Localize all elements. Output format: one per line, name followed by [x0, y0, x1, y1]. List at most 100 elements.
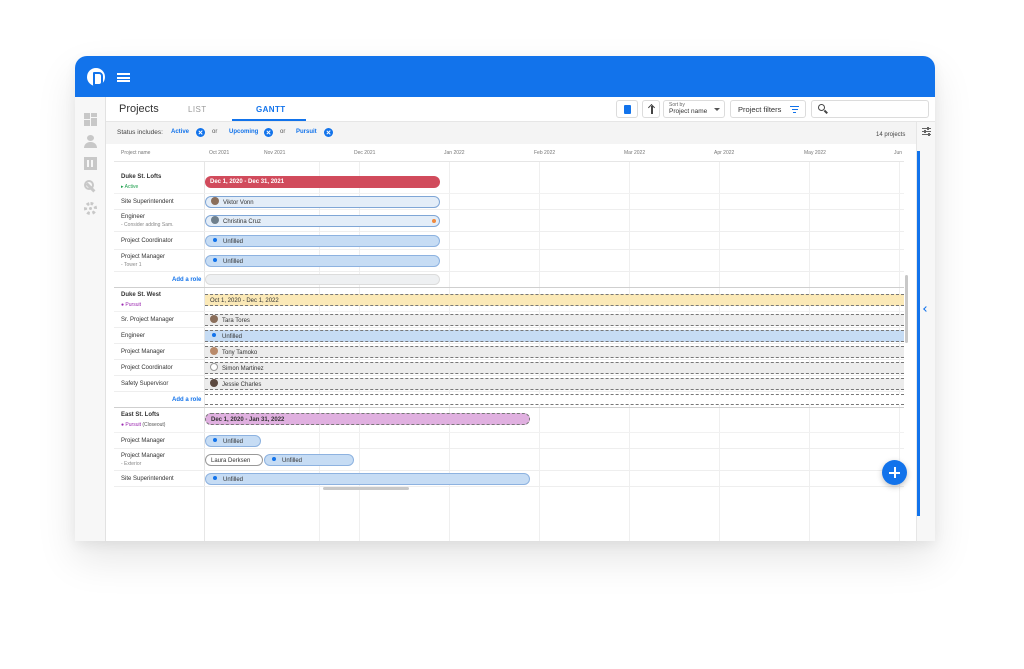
remove-upcoming-icon[interactable]: [264, 128, 273, 137]
settings-gear-icon[interactable]: [84, 202, 97, 215]
role-row[interactable]: Project Manager Unfilled: [114, 433, 904, 449]
project-name[interactable]: Duke St. Lofts: [121, 174, 161, 180]
tab-gantt[interactable]: GANTT: [256, 105, 286, 114]
project-name[interactable]: East St. Lofts: [121, 412, 159, 418]
sort-direction-button[interactable]: [642, 100, 660, 118]
role-row[interactable]: Project Coordinator Simon Martinez: [114, 360, 904, 376]
remove-active-icon[interactable]: [196, 128, 205, 137]
brand-logo-icon[interactable]: [87, 68, 105, 86]
sort-by-select[interactable]: Sort by Project name: [663, 100, 725, 118]
unfilled-dot-icon: [272, 457, 276, 462]
unfilled-bar[interactable]: Unfilled: [205, 473, 530, 485]
people-icon[interactable]: [84, 135, 97, 148]
avatar: [210, 379, 218, 388]
project-row[interactable]: East St. Lofts ● Pursuit (Closeout) Dec …: [114, 408, 904, 433]
role-name: Project Coordinator: [121, 238, 173, 244]
filter-icon: [790, 106, 799, 114]
panel-collapse-bar[interactable]: [917, 151, 920, 516]
role-name: Safety Supervisor: [121, 381, 169, 387]
chip-upcoming[interactable]: Upcoming: [229, 129, 258, 135]
vertical-scrollbar[interactable]: [905, 275, 908, 343]
horizontal-scrollbar[interactable]: [323, 487, 409, 490]
chevron-down-icon: [714, 108, 720, 111]
avatar: [211, 216, 219, 225]
wrench-icon[interactable]: [84, 180, 97, 193]
add-fab-button[interactable]: [882, 460, 907, 485]
unfilled-dot-icon: [212, 333, 216, 338]
unfilled-dot-icon: [213, 238, 217, 243]
project-filters-label: Project filters: [738, 105, 782, 114]
add-role-link[interactable]: Add a role: [172, 277, 201, 283]
unfilled-dot-icon: [213, 438, 217, 443]
month-label: Jan 2022: [444, 150, 465, 156]
assignment-bar[interactable]: Christina Cruz: [205, 215, 440, 227]
tab-list[interactable]: LIST: [188, 105, 207, 114]
project-timeline-bar[interactable]: Dec 1, 2020 - Dec 31, 2021: [205, 176, 440, 188]
month-label: Nov 2021: [264, 150, 286, 156]
role-name: Project Manager: [121, 453, 166, 459]
role-row[interactable]: Site Superintendent Viktor Vonn: [114, 194, 904, 210]
assignment-bar[interactable]: Tara Tores: [205, 314, 904, 326]
status-includes-label: Status includes:: [117, 129, 163, 136]
role-row[interactable]: Project Manager - Tower 1 Unfilled: [114, 250, 904, 272]
month-label: Apr 2022: [714, 150, 735, 156]
view-tabs-bar: Projects LIST GANTT Sort by Project name…: [106, 97, 935, 122]
unfilled-bar[interactable]: Unfilled: [205, 330, 904, 342]
sort-by-value: Project name: [669, 108, 708, 115]
role-name: Project Manager: [121, 438, 166, 444]
placeholder-bar: [205, 274, 440, 285]
app-window: Projects LIST GANTT Sort by Project name…: [75, 56, 935, 541]
chevron-left-icon[interactable]: [923, 306, 929, 312]
status-filter-row: Status includes: Active or Upcoming or P…: [106, 122, 916, 144]
chip-pursuit[interactable]: Pursuit: [296, 129, 317, 135]
assignment-bar[interactable]: Simon Martinez: [205, 362, 904, 374]
export-document-button[interactable]: [616, 100, 638, 118]
month-label: Dec 2021: [354, 150, 376, 156]
assignment-bar[interactable]: Jessie Charles: [205, 378, 904, 390]
month-label: Feb 2022: [534, 150, 556, 156]
project-row[interactable]: Duke St. West ● Pursuit Oct 1, 2020 - De…: [114, 288, 904, 312]
unfilled-bar[interactable]: Unfilled: [205, 235, 440, 247]
role-name: Project Manager: [121, 254, 166, 260]
role-row[interactable]: Sr. Project Manager Tara Tores: [114, 312, 904, 328]
unfilled-bar[interactable]: Unfilled: [264, 454, 354, 466]
dashboard-icon[interactable]: [84, 113, 97, 126]
project-timeline-bar[interactable]: Dec 1, 2020 - Jan 31, 2022: [205, 413, 530, 425]
tune-settings-icon[interactable]: [922, 127, 931, 136]
project-count: 14 projects: [876, 132, 906, 138]
month-label: May 2022: [804, 150, 826, 156]
chip-active[interactable]: Active: [171, 129, 189, 135]
project-name[interactable]: Duke St. West: [121, 292, 161, 298]
assignment-bar[interactable]: Tony Tamoko: [205, 346, 904, 358]
role-row[interactable]: Project Coordinator Unfilled: [114, 232, 904, 250]
role-name: Engineer: [121, 214, 146, 220]
search-box[interactable]: [811, 100, 929, 118]
project-filters-button[interactable]: Project filters: [730, 100, 806, 118]
role-row[interactable]: Project Manager Tony Tamoko: [114, 344, 904, 360]
avatar: [210, 315, 218, 324]
unfilled-bar[interactable]: Unfilled: [205, 435, 261, 447]
role-row[interactable]: Engineer - Consider adding Sam. Christin…: [114, 210, 904, 232]
unfilled-bar[interactable]: Unfilled: [205, 255, 440, 267]
assignment-bar[interactable]: Viktor Vonn: [205, 196, 440, 208]
hamburger-menu-icon[interactable]: [117, 73, 130, 82]
role-row[interactable]: Project Manager - Exterior Laura Derksen…: [114, 449, 904, 471]
project-row[interactable]: Duke St. Lofts ▸ Active Dec 1, 2020 - De…: [114, 170, 904, 194]
top-app-bar: [75, 56, 935, 97]
building-icon[interactable]: [84, 157, 97, 170]
role-row[interactable]: Site Superintendent Unfilled: [114, 471, 904, 487]
remove-pursuit-icon[interactable]: [324, 128, 333, 137]
assignment-bar[interactable]: Laura Derksen: [205, 454, 263, 466]
month-label: Oct 2021: [209, 150, 230, 156]
search-input[interactable]: [830, 103, 926, 116]
add-role-row: Add a role: [114, 272, 904, 288]
role-note: - Tower 1: [121, 262, 142, 268]
month-label: Mar 2022: [624, 150, 646, 156]
project-timeline-bar[interactable]: Oct 1, 2020 - Dec 1, 2022: [205, 294, 904, 306]
role-row[interactable]: Engineer Unfilled: [114, 328, 904, 344]
role-row[interactable]: Safety Supervisor Jessie Charles: [114, 376, 904, 392]
status-badge: ▸ Active: [121, 184, 139, 190]
gantt-grid: Project name Oct 2021 Nov 2021 Dec 2021 …: [114, 144, 904, 541]
role-name: Engineer: [121, 333, 146, 339]
add-role-link[interactable]: Add a role: [172, 397, 201, 403]
